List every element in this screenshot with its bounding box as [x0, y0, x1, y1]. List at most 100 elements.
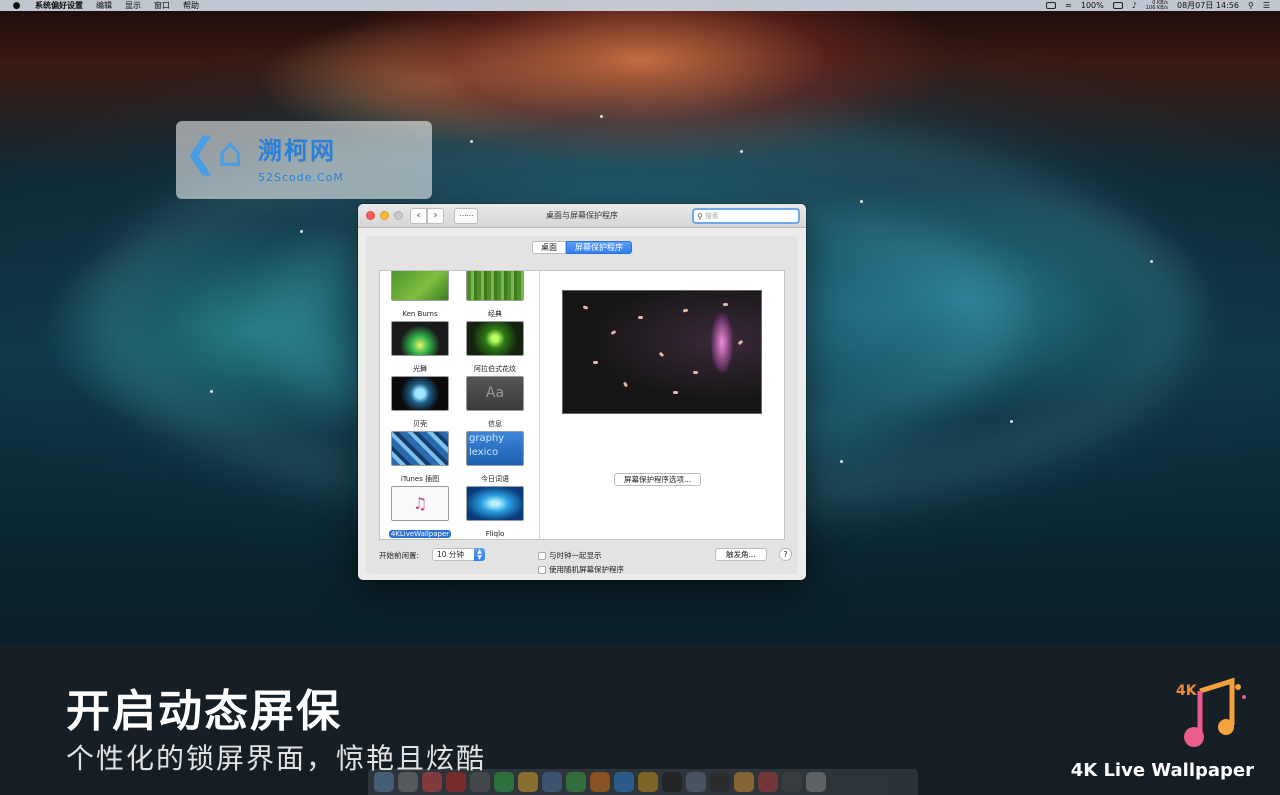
checkbox-label: 使用随机屏幕保护程序: [549, 565, 624, 574]
watermark: ❮⌂ 溯柯网 52Scode.CoM: [176, 121, 432, 199]
evernote-icon[interactable]: [566, 772, 586, 792]
idle-time-value: 10 分钟: [437, 550, 464, 559]
clock[interactable]: 08月07日 14:56: [1177, 0, 1239, 11]
saver-thumbnail: [391, 376, 449, 411]
sublime-icon[interactable]: [638, 772, 658, 792]
wifi-icon[interactable]: ≈: [1065, 1, 1072, 10]
netease-music-icon[interactable]: [446, 772, 466, 792]
checkbox-label: 与时钟一起显示: [549, 551, 602, 560]
saver-ken-burns[interactable]: Ken Burns: [385, 271, 455, 323]
chrome-icon[interactable]: [422, 772, 442, 792]
saver-fliqlo[interactable]: Fliqlo: [460, 486, 530, 538]
battery-percent: 100%: [1080, 1, 1104, 10]
status-area: ≈ 100% ♪ 0 KB/s 106 KB/s 08月07日 14:56 ⚲ …: [1046, 0, 1280, 11]
saver-arabesque[interactable]: 阿拉伯式花纹: [460, 321, 530, 373]
battery-icon[interactable]: [1112, 2, 1123, 9]
anime-figure-image: [711, 313, 733, 373]
saver-thumbnail: [466, 321, 524, 356]
watermark-title: 溯柯网: [258, 137, 336, 165]
app-icon[interactable]: [734, 772, 754, 792]
promo-banner: 开启动态屏保 个性化的锁屏界面，惊艳且炫酷 4K 4K Live Wallpap…: [0, 645, 1280, 795]
app-icon[interactable]: [782, 772, 802, 792]
saver-thumbnail: [391, 431, 449, 466]
preferences-window: ‹ › ⋯⋯ 桌面与屏幕保护程序 ⚲ 搜索 桌面 屏幕保护程序 Ken Burn…: [358, 204, 806, 580]
app-icon[interactable]: [590, 772, 610, 792]
app-icon[interactable]: [470, 772, 490, 792]
saver-label: 4KLiveWallpaper: [388, 530, 452, 538]
screensaver-pane: Ken Burns 经典 光舞 阿拉伯式花纹 贝壳 Aa 信息 iTunes 插…: [379, 270, 785, 540]
menu-edit[interactable]: 编辑: [96, 0, 112, 11]
saver-thumbnail: [466, 486, 524, 521]
app-icon[interactable]: [758, 772, 778, 792]
trash-icon[interactable]: [806, 772, 826, 792]
help-button[interactable]: ?: [779, 548, 792, 561]
search-placeholder: 搜索: [704, 212, 719, 220]
network-speed: 0 KB/s 106 KB/s: [1145, 0, 1168, 11]
chevron-updown-icon: ▲ ▼: [474, 548, 485, 561]
app-icon[interactable]: [542, 772, 562, 792]
preview-area: 屏幕保护程序选项...: [540, 271, 784, 539]
menu-bar: ● 系统偏好设置 编辑 显示 窗口 帮助 ≈ 100% ♪ 0 KB/s 106…: [0, 0, 1280, 11]
preferences-content: 桌面 屏幕保护程序 Ken Burns 经典 光舞 阿拉伯式花纹 贝壳 Aa 信…: [366, 236, 798, 574]
saver-itunes-artwork[interactable]: iTunes 插图: [385, 431, 455, 483]
idle-label: 开始前闲置:: [379, 551, 420, 560]
menu-window[interactable]: 窗口: [154, 0, 170, 11]
finder-icon[interactable]: [374, 772, 394, 792]
brand-name: 4K Live Wallpaper: [1070, 760, 1254, 781]
qq-icon[interactable]: [518, 772, 538, 792]
saver-label: iTunes 插图: [400, 475, 440, 483]
saver-label: Ken Burns: [402, 310, 438, 318]
net-down: 106 KB/s: [1145, 4, 1168, 11]
app-store-icon[interactable]: [614, 772, 634, 792]
saver-label: 经典: [488, 310, 502, 318]
checkbox-box[interactable]: [538, 551, 546, 560]
saver-label: 信息: [488, 420, 502, 428]
bottom-controls: 开始前闲置: 10 分钟 ▲ ▼ 与时钟一起显示 使用随机屏幕保护程序 触发角..…: [379, 548, 792, 575]
saver-thumbnail: Aa: [466, 376, 524, 411]
apple-menu-icon[interactable]: ●: [12, 1, 21, 11]
watermark-logo-icon: ❮⌂: [184, 130, 243, 176]
wechat-icon[interactable]: [494, 772, 514, 792]
app-icon[interactable]: [710, 772, 730, 792]
hot-corners-button[interactable]: 触发角...: [715, 548, 767, 561]
screensaver-options-button[interactable]: 屏幕保护程序选项...: [614, 473, 702, 486]
terminal-icon[interactable]: [662, 772, 682, 792]
notification-center-icon[interactable]: ☰: [1263, 1, 1270, 10]
app-logo-icon: 4K: [1176, 677, 1246, 747]
search-icon: ⚲: [697, 211, 703, 221]
saver-label: 今日词语: [481, 475, 509, 483]
saver-thumbnail: [391, 321, 449, 356]
tab-bar: 桌面 屏幕保护程序: [366, 241, 798, 254]
idle-time-select[interactable]: 10 分钟 ▲ ▼: [432, 548, 485, 561]
tab-screensaver[interactable]: 屏幕保护程序: [566, 241, 632, 254]
launchpad-icon[interactable]: [398, 772, 418, 792]
spotlight-icon[interactable]: ⚲: [1248, 1, 1254, 10]
dock: [368, 769, 918, 795]
tab-desktop[interactable]: 桌面: [532, 241, 566, 254]
menu-help[interactable]: 帮助: [183, 0, 199, 11]
saver-thumbnail: [466, 271, 524, 301]
screensaver-preview: [562, 290, 762, 414]
random-screensaver-checkbox[interactable]: 使用随机屏幕保护程序: [538, 564, 624, 575]
saver-message[interactable]: Aa 信息: [460, 376, 530, 428]
headline: 开启动态屏保: [66, 686, 342, 737]
display-icon[interactable]: [1046, 2, 1057, 9]
saver-4klivewallpaper[interactable]: ♫ 4KLiveWallpaper: [385, 486, 455, 538]
saver-word-of-the-day[interactable]: graphy lexico 今日词语: [460, 431, 530, 483]
saver-flurry[interactable]: 光舞: [385, 321, 455, 373]
show-with-clock-checkbox[interactable]: 与时钟一起显示: [538, 550, 602, 561]
saver-thumbnail: [391, 271, 449, 301]
saver-thumbnail: graphy lexico: [466, 431, 524, 466]
saver-label: Fliqlo: [485, 530, 505, 538]
checkbox-box[interactable]: [538, 565, 546, 574]
search-field[interactable]: ⚲ 搜索: [692, 208, 800, 224]
screensaver-list[interactable]: Ken Burns 经典 光舞 阿拉伯式花纹 贝壳 Aa 信息 iTunes 插…: [380, 271, 540, 539]
menu-view[interactable]: 显示: [125, 0, 141, 11]
saver-label: 光舞: [413, 365, 427, 373]
saver-classic[interactable]: 经典: [460, 271, 530, 323]
logo-text: 4K: [1176, 683, 1198, 699]
menu-app-name[interactable]: 系统偏好设置: [35, 0, 83, 11]
music-note-icon[interactable]: ♪: [1132, 1, 1137, 10]
app-icon[interactable]: [686, 772, 706, 792]
saver-shell[interactable]: 贝壳: [385, 376, 455, 428]
